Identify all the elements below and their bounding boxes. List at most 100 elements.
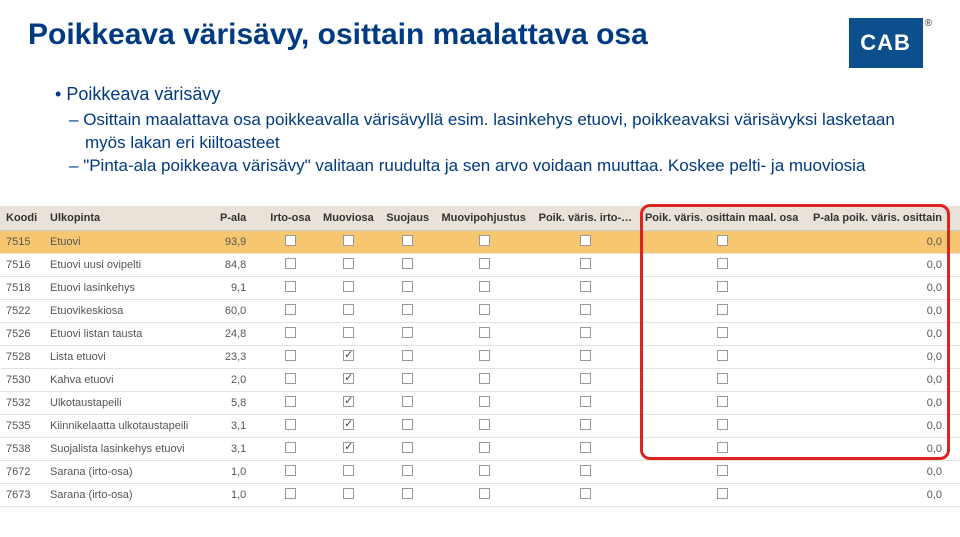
checkbox-icon[interactable] bbox=[402, 235, 413, 246]
checkbox-icon[interactable] bbox=[343, 350, 354, 361]
checkbox-icon[interactable] bbox=[285, 327, 296, 338]
checkbox-icon[interactable] bbox=[479, 281, 490, 292]
checkbox-icon[interactable] bbox=[580, 281, 591, 292]
checkbox-icon[interactable] bbox=[343, 465, 354, 476]
cell-irto bbox=[264, 414, 317, 437]
checkbox-icon[interactable] bbox=[479, 350, 490, 361]
checkbox-icon[interactable] bbox=[580, 258, 591, 269]
checkbox-icon[interactable] bbox=[402, 465, 413, 476]
table-row[interactable]: 7538Suojalista lasinkehys etuovi3,10,0 bbox=[0, 437, 960, 460]
cell-poik-irto bbox=[533, 230, 639, 253]
checkbox-icon[interactable] bbox=[343, 258, 354, 269]
checkbox-icon[interactable] bbox=[717, 304, 728, 315]
col-p-ala-poik[interactable]: P-ala poik. väris. osittain bbox=[806, 206, 960, 231]
table-row[interactable]: 7516Etuovi uusi ovipelti84,80,0 bbox=[0, 253, 960, 276]
checkbox-icon[interactable] bbox=[402, 304, 413, 315]
checkbox-icon[interactable] bbox=[479, 373, 490, 384]
checkbox-icon[interactable] bbox=[402, 373, 413, 384]
checkbox-icon[interactable] bbox=[580, 350, 591, 361]
col-irto[interactable]: Irto-osa bbox=[264, 206, 317, 231]
checkbox-icon[interactable] bbox=[343, 373, 354, 384]
checkbox-icon[interactable] bbox=[717, 396, 728, 407]
checkbox-icon[interactable] bbox=[479, 465, 490, 476]
checkbox-icon[interactable] bbox=[343, 488, 354, 499]
table-row[interactable]: 7672Sarana (irto-osa)1,00,0 bbox=[0, 460, 960, 483]
table-row[interactable]: 7515Etuovi93,90,0 bbox=[0, 230, 960, 253]
col-poik-osittain[interactable]: Poik. väris. osittain maal. osa bbox=[639, 206, 806, 231]
table-row[interactable]: 7673Sarana (irto-osa)1,00,0 bbox=[0, 483, 960, 506]
checkbox-icon[interactable] bbox=[580, 396, 591, 407]
checkbox-icon[interactable] bbox=[479, 396, 490, 407]
col-koodi[interactable]: Koodi bbox=[0, 206, 44, 231]
col-ulkopinta[interactable]: Ulkopinta bbox=[44, 206, 214, 231]
checkbox-icon[interactable] bbox=[479, 442, 490, 453]
table-row[interactable]: 7526Etuovi listan tausta24,80,0 bbox=[0, 322, 960, 345]
table-row[interactable]: 7535Kiinnikelaatta ulkotaustapeili3,10,0 bbox=[0, 414, 960, 437]
col-pala[interactable]: P-ala bbox=[214, 206, 264, 231]
col-muoviosa[interactable]: Muoviosa bbox=[317, 206, 380, 231]
checkbox-icon[interactable] bbox=[580, 235, 591, 246]
cell-code: 7516 bbox=[0, 253, 44, 276]
checkbox-icon[interactable] bbox=[479, 235, 490, 246]
checkbox-icon[interactable] bbox=[580, 465, 591, 476]
checkbox-icon[interactable] bbox=[717, 258, 728, 269]
checkbox-icon[interactable] bbox=[479, 488, 490, 499]
checkbox-icon[interactable] bbox=[717, 281, 728, 292]
checkbox-icon[interactable] bbox=[285, 442, 296, 453]
table-row[interactable]: 7518Etuovi lasinkehys9,10,0 bbox=[0, 276, 960, 299]
checkbox-icon[interactable] bbox=[402, 258, 413, 269]
bullet-main: Poikkeava värisävy bbox=[55, 84, 905, 105]
checkbox-icon[interactable] bbox=[580, 304, 591, 315]
checkbox-icon[interactable] bbox=[285, 350, 296, 361]
checkbox-icon[interactable] bbox=[479, 327, 490, 338]
checkbox-icon[interactable] bbox=[717, 373, 728, 384]
checkbox-icon[interactable] bbox=[285, 396, 296, 407]
col-poik-irto[interactable]: Poik. väris. irto-… bbox=[533, 206, 639, 231]
checkbox-icon[interactable] bbox=[717, 488, 728, 499]
checkbox-icon[interactable] bbox=[479, 419, 490, 430]
checkbox-icon[interactable] bbox=[580, 373, 591, 384]
checkbox-icon[interactable] bbox=[343, 419, 354, 430]
checkbox-icon[interactable] bbox=[343, 327, 354, 338]
checkbox-icon[interactable] bbox=[717, 327, 728, 338]
checkbox-icon[interactable] bbox=[343, 396, 354, 407]
checkbox-icon[interactable] bbox=[717, 465, 728, 476]
col-suojaus[interactable]: Suojaus bbox=[380, 206, 435, 231]
table-row[interactable]: 7532Ulkotaustapeili5,80,0 bbox=[0, 391, 960, 414]
checkbox-icon[interactable] bbox=[285, 258, 296, 269]
checkbox-icon[interactable] bbox=[717, 350, 728, 361]
col-muovip[interactable]: Muovipohjustus bbox=[436, 206, 533, 231]
checkbox-icon[interactable] bbox=[402, 281, 413, 292]
checkbox-icon[interactable] bbox=[285, 373, 296, 384]
table-row[interactable]: 7530Kahva etuovi2,00,0 bbox=[0, 368, 960, 391]
checkbox-icon[interactable] bbox=[285, 465, 296, 476]
checkbox-icon[interactable] bbox=[580, 419, 591, 430]
checkbox-icon[interactable] bbox=[343, 304, 354, 315]
data-table: Koodi Ulkopinta P-ala Irto-osa Muoviosa … bbox=[0, 206, 960, 507]
checkbox-icon[interactable] bbox=[402, 350, 413, 361]
checkbox-icon[interactable] bbox=[285, 488, 296, 499]
table-row[interactable]: 7522Etuovikeskiosa60,00,0 bbox=[0, 299, 960, 322]
cell-name: Ulkotaustapeili bbox=[44, 391, 214, 414]
checkbox-icon[interactable] bbox=[285, 304, 296, 315]
checkbox-icon[interactable] bbox=[402, 488, 413, 499]
checkbox-icon[interactable] bbox=[580, 327, 591, 338]
checkbox-icon[interactable] bbox=[402, 442, 413, 453]
checkbox-icon[interactable] bbox=[580, 442, 591, 453]
checkbox-icon[interactable] bbox=[479, 258, 490, 269]
checkbox-icon[interactable] bbox=[343, 442, 354, 453]
checkbox-icon[interactable] bbox=[717, 235, 728, 246]
checkbox-icon[interactable] bbox=[285, 419, 296, 430]
checkbox-icon[interactable] bbox=[402, 419, 413, 430]
checkbox-icon[interactable] bbox=[402, 327, 413, 338]
checkbox-icon[interactable] bbox=[580, 488, 591, 499]
checkbox-icon[interactable] bbox=[717, 442, 728, 453]
checkbox-icon[interactable] bbox=[479, 304, 490, 315]
checkbox-icon[interactable] bbox=[343, 281, 354, 292]
checkbox-icon[interactable] bbox=[285, 281, 296, 292]
checkbox-icon[interactable] bbox=[717, 419, 728, 430]
checkbox-icon[interactable] bbox=[402, 396, 413, 407]
checkbox-icon[interactable] bbox=[285, 235, 296, 246]
checkbox-icon[interactable] bbox=[343, 235, 354, 246]
table-row[interactable]: 7528Lista etuovi23,30,0 bbox=[0, 345, 960, 368]
